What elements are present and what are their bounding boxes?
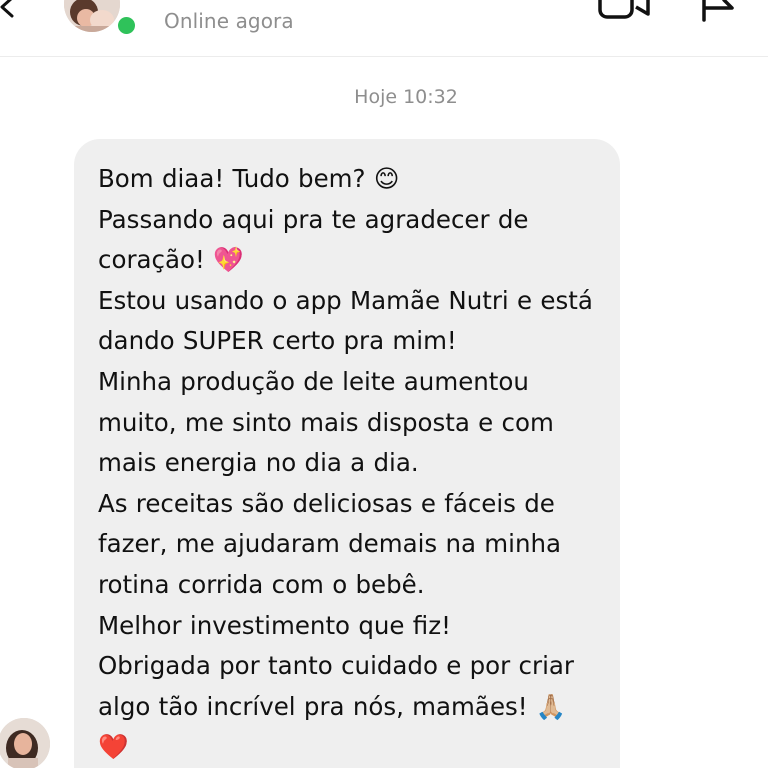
message-bubble[interactable]: Bom diaa! Tudo bem? 😊 Passando aqui pra … xyxy=(74,139,620,768)
contact-avatar-wrap[interactable] xyxy=(64,0,138,37)
online-status: Online agora xyxy=(164,9,294,33)
video-camera-icon xyxy=(598,0,650,19)
sender-avatar-photo-icon xyxy=(0,718,50,768)
online-indicator xyxy=(115,14,138,37)
avatar xyxy=(64,0,120,32)
video-call-button[interactable] xyxy=(596,0,652,22)
avatar-photo-icon xyxy=(64,0,120,32)
back-button[interactable] xyxy=(0,0,24,22)
flag-button[interactable] xyxy=(696,0,736,22)
message-text: Bom diaa! Tudo bem? 😊 Passando aqui pra … xyxy=(98,164,593,762)
chat-header: Online agora xyxy=(0,0,768,57)
chat-screen: Online agora Hoje 10:32 Bom diaa! Tudo b… xyxy=(0,0,768,768)
sender-avatar[interactable] xyxy=(0,718,50,768)
message-timestamp: Hoje 10:32 xyxy=(354,86,458,108)
chevron-left-icon xyxy=(0,0,14,18)
flag-icon xyxy=(702,0,734,22)
